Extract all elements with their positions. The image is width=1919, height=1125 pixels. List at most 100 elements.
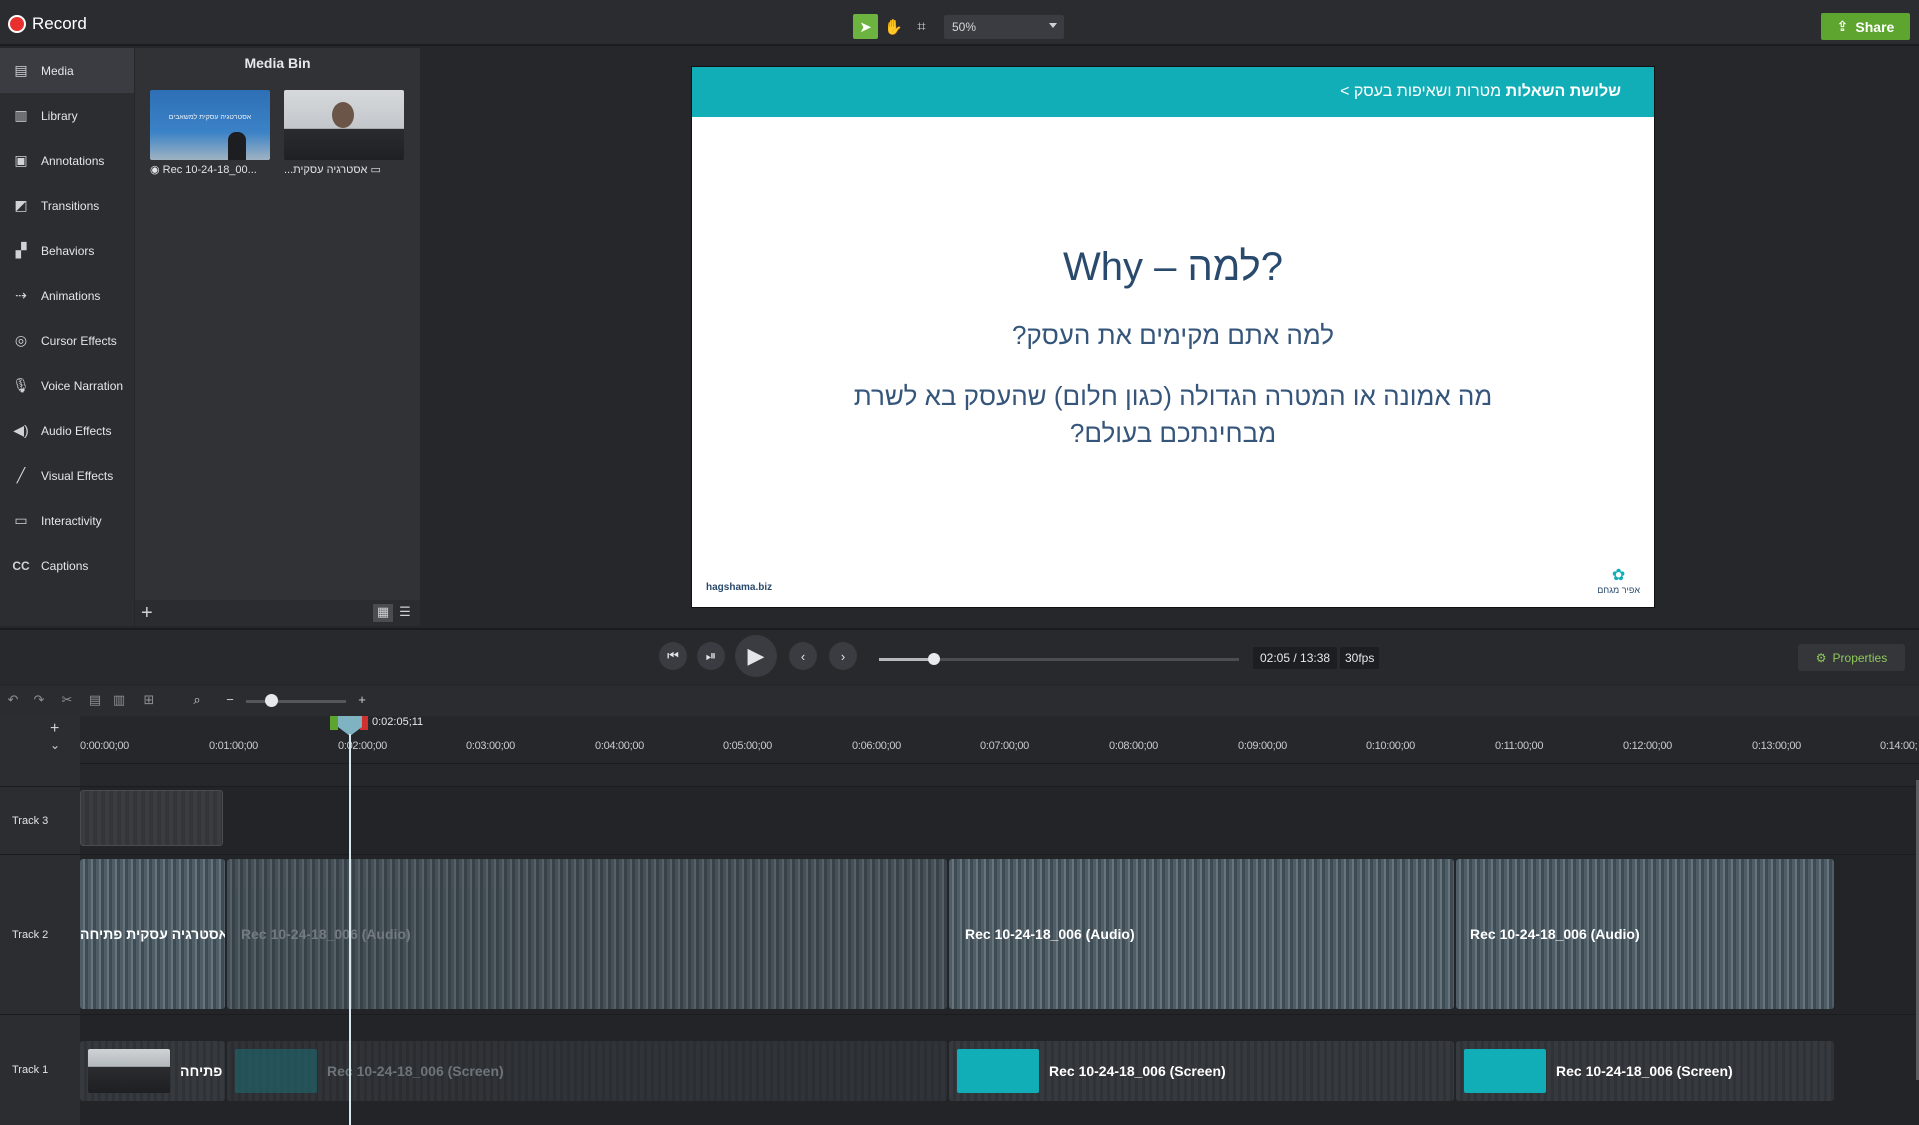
play-button[interactable]: ▶: [735, 635, 777, 677]
clip-label: פתיחה: [180, 1063, 223, 1079]
pan-tool-icon[interactable]: ✋: [881, 14, 906, 39]
list-view-icon[interactable]: ☰: [395, 604, 415, 622]
video-clip[interactable]: Rec 10-24-18_006 (Screen): [227, 1041, 947, 1101]
audio-clip[interactable]: Rec 10-24-18_006 (Audio): [949, 859, 1454, 1009]
thumbnail-text: אסטרטגיה עסקית למשאבים: [168, 114, 252, 121]
ruler-tick: 0:10:00;00: [1366, 740, 1415, 752]
selection-start-handle[interactable]: [330, 716, 338, 730]
sidebar-item-label: Animations: [41, 288, 101, 303]
sidebar-item-label: Visual Effects: [41, 468, 114, 483]
ruler-tick: 0:09:00;00: [1238, 740, 1287, 752]
cc-icon: CC: [12, 558, 30, 573]
clip-thumbnail: [957, 1049, 1039, 1093]
playhead-line[interactable]: [349, 734, 351, 1125]
ruler-tick: 0:11:00;00: [1495, 740, 1544, 752]
media-item-caption-text: Rec 10-24-18_00...: [162, 164, 257, 176]
sidebar-item-label: Library: [41, 108, 78, 123]
split-icon[interactable]: ⊞: [139, 692, 159, 710]
cut-icon[interactable]: ✂: [57, 692, 77, 710]
timeline-zoom-slider[interactable]: [246, 700, 346, 703]
interactivity-icon: ▭: [14, 512, 28, 528]
audio-clip[interactable]: אסטרגיה עסקית פתיחה: [80, 859, 225, 1009]
slide-breadcrumb: שלושת השאלות מטרות ושאיפות בעסק >: [1340, 83, 1621, 101]
sidebar-item-behaviors[interactable]: ▞ Behaviors: [0, 228, 134, 273]
clip-label: אסטרגיה עסקית פתיחה: [80, 926, 225, 942]
ruler-tick: 0:13:00;00: [1752, 740, 1801, 752]
playback-bar: ⏮ ⏯ ▶ ‹ › 02:05 / 13:38 30fps ⚙ Properti…: [0, 628, 1919, 684]
media-thumbnail: אסטרטגיה עסקית למשאבים: [150, 90, 270, 160]
copy-icon[interactable]: ▤: [85, 692, 105, 710]
media-thumbnail: [284, 90, 404, 160]
step-forward-frame-icon[interactable]: ⏯: [697, 642, 725, 670]
playback-scrubber[interactable]: [879, 653, 1239, 665]
zoom-out-icon[interactable]: −: [220, 692, 240, 710]
person-figure: [228, 132, 246, 160]
add-media-icon[interactable]: +: [141, 602, 153, 625]
redo-icon[interactable]: ↷: [29, 692, 49, 710]
ruler-tick: 0:02:00;00: [338, 740, 387, 752]
step-back-icon[interactable]: ⏮: [659, 642, 687, 670]
paste-icon[interactable]: ▥: [109, 692, 129, 710]
sidebar-item-cursor-effects[interactable]: ◎ Cursor Effects: [0, 318, 134, 363]
sidebar-item-captions[interactable]: CC Captions: [0, 543, 134, 588]
select-tool-icon[interactable]: ➤: [853, 14, 878, 39]
sidebar-item-annotations[interactable]: ▣ Annotations: [0, 138, 134, 183]
video-clip[interactable]: פתיחה: [80, 1041, 225, 1101]
sidebar-item-interactivity[interactable]: ▭ Interactivity: [0, 498, 134, 543]
clip-label: Rec 10-24-18_006 (Audio): [241, 926, 411, 942]
track-row-1: פתיחה Rec 10-24-18_006 (Screen) Rec 10-2…: [80, 1014, 1919, 1125]
media-bin-panel: Media Bin אסטרטגיה עסקית למשאבים ◉ Rec 1…: [135, 48, 420, 626]
sidebar-item-visual-effects[interactable]: ╱ Visual Effects: [0, 453, 134, 498]
sidebar-item-media[interactable]: ▤ Media: [0, 48, 134, 93]
ruler-tick: 0:01:00;00: [209, 740, 258, 752]
undo-icon[interactable]: ↶: [3, 692, 23, 710]
zoom-in-icon[interactable]: +: [352, 692, 372, 710]
audio-clip[interactable]: Rec 10-24-18_006 (Audio): [1456, 859, 1834, 1009]
previous-marker-icon[interactable]: ‹: [789, 642, 817, 670]
track-label-1[interactable]: Track 1: [0, 1014, 80, 1125]
sidebar-item-label: Transitions: [41, 198, 100, 213]
sidebar-item-animations[interactable]: ⇢ Animations: [0, 273, 134, 318]
sidebar-item-library[interactable]: ▥ Library: [0, 93, 134, 138]
chevron-down-icon[interactable]: ⌄: [50, 738, 60, 752]
zoom-dropdown[interactable]: 50%: [944, 15, 1064, 39]
record-icon: [8, 15, 26, 33]
wand-icon: ╱: [16, 467, 26, 483]
track-label-3[interactable]: Track 3: [0, 786, 80, 854]
ruler-tick: 0:05:00;00: [723, 740, 772, 752]
properties-button[interactable]: ⚙ Properties: [1798, 644, 1905, 671]
ruler-tick: 0:12:00;00: [1623, 740, 1672, 752]
share-button[interactable]: ⇪ Share: [1821, 13, 1910, 40]
add-track-icon[interactable]: +: [50, 720, 59, 738]
scrubber-handle[interactable]: [928, 653, 941, 665]
track-name: Track 3: [12, 814, 49, 827]
gear-icon: ⚙: [1815, 650, 1827, 665]
canvas-preview[interactable]: שלושת השאלות מטרות ושאיפות בעסק > Why – …: [691, 66, 1655, 608]
transition-icon: ◩: [14, 197, 28, 213]
audio-clip[interactable]: Rec 10-24-18_006 (Audio): [227, 859, 947, 1009]
track-label-2[interactable]: Track 2: [0, 854, 80, 1014]
media-item[interactable]: אסטרטגיה עסקית למשאבים ◉ Rec 10-24-18_00…: [150, 90, 270, 178]
track3-clip[interactable]: [80, 790, 223, 846]
video-clip[interactable]: Rec 10-24-18_006 (Screen): [949, 1041, 1454, 1101]
media-item[interactable]: ▭ אסטרגיה עסקית...: [284, 90, 404, 178]
clip-label: Rec 10-24-18_006 (Screen): [1049, 1063, 1226, 1079]
sidebar-item-label: Captions: [41, 558, 89, 573]
sidebar-item-voice-narration[interactable]: 🎙 Voice Narration: [0, 363, 134, 408]
next-marker-icon[interactable]: ›: [829, 642, 857, 670]
record-button[interactable]: Record: [8, 14, 87, 34]
ruler-tick: 0:14:00;: [1880, 740, 1918, 752]
grid-view-icon[interactable]: ▦: [373, 604, 393, 622]
media-bin-title: Media Bin: [244, 55, 311, 71]
search-icon[interactable]: ⌕: [187, 692, 207, 710]
sidebar-item-transitions[interactable]: ◩ Transitions: [0, 183, 134, 228]
media-item-caption-text: אסטרגיה עסקית...: [284, 164, 368, 176]
video-clip[interactable]: Rec 10-24-18_006 (Screen): [1456, 1041, 1834, 1101]
speaker-icon: ◀): [13, 422, 29, 438]
slide-title: Why – למה?: [1063, 245, 1283, 289]
timeline-zoom-handle[interactable]: [265, 694, 278, 707]
slide-logo: ✿ אפיר מגחם: [1597, 565, 1640, 595]
ruler-tick: 0:03:00;00: [466, 740, 515, 752]
crop-tool-icon[interactable]: ⌗: [909, 14, 934, 39]
sidebar-item-audio-effects[interactable]: ◀) Audio Effects: [0, 408, 134, 453]
